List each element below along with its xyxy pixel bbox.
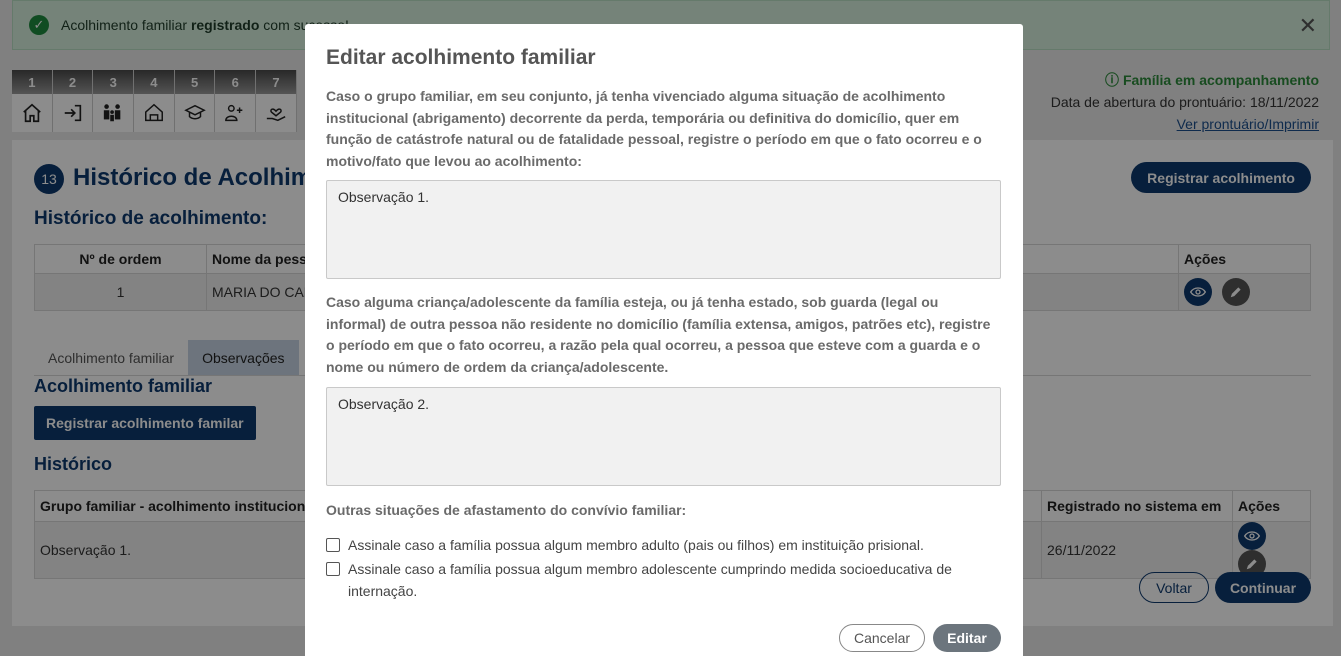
socioeducational-option[interactable]: Assinale caso a família possua algum mem… [326, 558, 1002, 602]
socioeducational-checkbox[interactable] [326, 562, 340, 576]
question-1: Caso o grupo familiar, em seu conjunto, … [326, 88, 982, 169]
prison-member-label: Assinale caso a família possua algum mem… [348, 537, 924, 553]
socioeducational-label: Assinale caso a família possua algum mem… [348, 561, 952, 599]
question-2: Caso alguma criança/adolescente da famíl… [326, 294, 991, 375]
cancel-button[interactable]: Cancelar [839, 624, 925, 652]
other-situations-label: Outras situações de afastamento do conví… [326, 502, 687, 518]
edit-family-shelter-modal: Editar acolhimento familiar Caso o grupo… [305, 24, 1023, 656]
edit-button[interactable]: Editar [933, 624, 1001, 652]
prison-member-checkbox[interactable] [326, 538, 340, 552]
observation-2-field[interactable]: Observação 2. [326, 387, 1001, 486]
modal-title: Editar acolhimento familiar [326, 46, 596, 69]
prison-member-option[interactable]: Assinale caso a família possua algum mem… [326, 534, 1002, 556]
observation-1-field[interactable]: Observação 1. [326, 180, 1001, 279]
